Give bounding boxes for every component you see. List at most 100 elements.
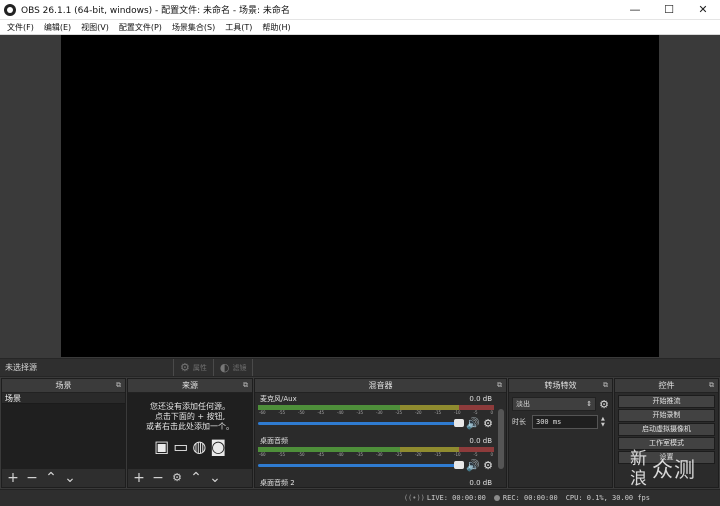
volume-row: 🔊 ⚙ — [258, 417, 494, 430]
globe-icon: ◍ — [192, 437, 207, 456]
monitor-icon: ▭ — [173, 437, 189, 456]
channel-name: 桌面音频 — [260, 437, 288, 445]
tick-label: -10 — [454, 452, 461, 457]
volume-slider-handle[interactable] — [454, 460, 464, 469]
add-source-button[interactable]: + — [131, 470, 147, 486]
preview-canvas[interactable] — [61, 35, 659, 357]
menu-tools[interactable]: 工具(T) — [220, 20, 257, 35]
transition-select-row: 淡出 ⇕ ⚙ — [512, 396, 609, 412]
watermark-text: 众测 — [652, 458, 696, 482]
move-up-icon[interactable]: ⌃ — [188, 470, 204, 486]
duration-stepper[interactable]: ▲ ▼ — [601, 416, 605, 428]
remove-scene-button[interactable]: − — [24, 470, 40, 486]
rec-status: REC: 00:00:00 — [493, 494, 558, 502]
menu-bar: 文件(F) 编辑(E) 视图(V) 配置文件(P) 场景集合(S) 工具(T) … — [0, 20, 720, 35]
tick-label: -45 — [317, 410, 325, 415]
tick-label: -35 — [356, 410, 364, 415]
tick-label: -60 — [259, 452, 266, 457]
scene-list[interactable]: 场景 — [2, 393, 125, 469]
filters-button[interactable]: ◐ 滤镜 — [214, 359, 254, 376]
gear-icon[interactable]: ⚙ — [599, 398, 609, 411]
tick-label: -10 — [454, 410, 461, 415]
scenes-dock-footer: + − ⌃ ⌄ — [2, 469, 125, 487]
transitions-dock-title: 转场特效 — [544, 381, 577, 390]
gear-icon[interactable]: ⚙ — [482, 459, 494, 472]
add-scene-button[interactable]: + — [5, 470, 21, 486]
watermark-char: 浪 — [630, 469, 647, 489]
transitions-dock-header: 转场特效 ⧉ — [509, 379, 612, 393]
undock-icon[interactable]: ⧉ — [116, 381, 121, 390]
start-streaming-button[interactable]: 开始推流 — [618, 395, 715, 408]
hint-line: 或者右击此处添加一个。 — [146, 422, 234, 431]
preview-area — [0, 35, 720, 358]
tick-label: -30 — [376, 452, 383, 457]
hint-line: 点击下面的 + 按钮, — [154, 412, 226, 421]
move-down-icon[interactable]: ⌄ — [62, 470, 78, 486]
menu-scene-collection[interactable]: 场景集合(S) — [167, 20, 220, 35]
tick-label: -25 — [395, 452, 403, 457]
close-button[interactable]: ✕ — [686, 0, 720, 20]
properties-button[interactable]: ⚙ 属性 — [174, 359, 214, 376]
gear-icon[interactable]: ⚙ — [169, 470, 185, 486]
tick-label: -60 — [259, 410, 266, 415]
camera-icon: ◙ — [210, 437, 226, 456]
remove-source-button[interactable]: − — [150, 470, 166, 486]
menu-profile[interactable]: 配置文件(P) — [114, 20, 167, 35]
transition-select[interactable]: 淡出 ⇕ — [512, 397, 597, 411]
undock-icon[interactable]: ⧉ — [243, 381, 248, 390]
undock-icon[interactable]: ⧉ — [497, 381, 502, 390]
gear-icon: ⚙ — [180, 361, 190, 374]
live-timer: LIVE: 00:00:00 — [426, 494, 486, 502]
filters-label: 滤镜 — [232, 363, 247, 372]
meter-ticks: -60 -55 -50 -45 -40 -35 -30 -25 -20 -15 -10 -5 0 — [258, 452, 494, 459]
tick-label: -30 — [376, 410, 383, 415]
undock-icon[interactable]: ⧉ — [709, 381, 714, 390]
channel-header: 桌面音频 0.0 dB — [258, 437, 494, 446]
start-virtual-camera-button[interactable]: 启动虚拟摄像机 — [618, 423, 715, 436]
mixer-scrollbar[interactable] — [498, 409, 504, 469]
menu-help[interactable]: 帮助(H) — [257, 20, 295, 35]
tick-label: -50 — [298, 452, 305, 457]
hint-line: 您还没有添加任何源。 — [150, 402, 230, 411]
move-up-icon[interactable]: ⌃ — [43, 470, 59, 486]
chevron-down-icon[interactable]: ▼ — [601, 422, 605, 428]
rec-timer: REC: 00:00:00 — [502, 494, 558, 502]
mixer-channel: 麦克风/Aux 0.0 dB -60 -55 -50 -45 -40 -35 -30 -25 -… — [258, 395, 494, 435]
properties-label: 属性 — [192, 363, 207, 372]
move-down-icon[interactable]: ⌄ — [207, 470, 223, 486]
scenes-dock-title: 场景 — [55, 381, 72, 390]
tick-label: -55 — [278, 452, 286, 457]
source-list[interactable]: 您还没有添加任何源。 点击下面的 + 按钮, 或者右击此处添加一个。 ▣ ▭ ◍… — [128, 393, 252, 469]
volume-row: 🔊 ⚙ — [258, 459, 494, 472]
menu-edit[interactable]: 编辑(E) — [39, 20, 76, 35]
scenes-dock-header: 场景 ⧉ — [2, 379, 125, 393]
volume-slider[interactable] — [258, 460, 464, 469]
mixer-channel: 桌面音频 0.0 dB -60 -55 -50 -45 -40 -35 -30 -25 -20 -… — [258, 437, 494, 477]
menu-file[interactable]: 文件(F) — [2, 20, 39, 35]
minimize-button[interactable]: — — [618, 0, 652, 20]
channel-name: 麦克风/Aux — [260, 395, 297, 403]
window-controls: — ☐ ✕ — [618, 0, 720, 20]
tick-label: -20 — [415, 410, 422, 415]
no-source-selected-label: 未选择源 — [0, 359, 174, 376]
volume-meter — [258, 405, 494, 410]
controls-dock-header: 控件 ⧉ — [615, 379, 718, 393]
duration-input[interactable]: 300 ms — [532, 415, 598, 429]
maximize-button[interactable]: ☐ — [652, 0, 686, 20]
sina-watermark-logo: 新 浪 众测 — [628, 436, 720, 506]
channel-header: 桌面音频 2 0.0 dB — [258, 479, 494, 488]
mixer-body: 麦克风/Aux 0.0 dB -60 -55 -50 -45 -40 -35 -30 -25 -… — [255, 393, 506, 487]
tick-label: -40 — [337, 410, 344, 415]
scene-item[interactable]: 场景 — [2, 393, 125, 404]
channel-db: 0.0 dB — [469, 395, 492, 403]
speaker-icon[interactable]: 🔊 — [466, 459, 480, 472]
volume-slider-handle[interactable] — [454, 418, 464, 427]
gear-icon[interactable]: ⚙ — [482, 417, 494, 430]
volume-slider[interactable] — [258, 418, 464, 427]
tick-label: -15 — [434, 452, 442, 457]
undock-icon[interactable]: ⧉ — [603, 381, 608, 390]
menu-view[interactable]: 视图(V) — [76, 20, 114, 35]
duration-row: 时长 300 ms ▲ ▼ — [512, 414, 609, 430]
start-recording-button[interactable]: 开始录制 — [618, 409, 715, 422]
speaker-icon[interactable]: 🔊 — [466, 417, 480, 430]
